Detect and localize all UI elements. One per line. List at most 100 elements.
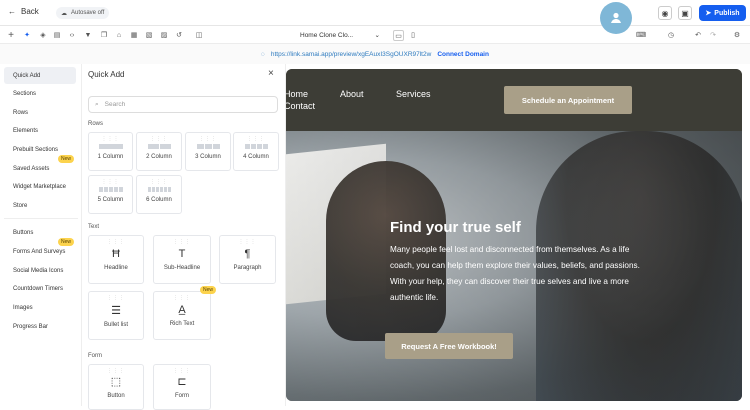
page-selector[interactable]: Home Clone Clo... ⌄ xyxy=(300,29,380,41)
save-icon[interactable]: ▣ xyxy=(678,6,692,20)
publish-button[interactable]: ➤ Publish xyxy=(699,5,746,21)
sidebar-item-label: Progress Bar xyxy=(13,323,49,330)
sidebar-item-label: Rows xyxy=(13,109,29,116)
close-icon[interactable]: × xyxy=(268,68,274,79)
element-form[interactable]: ⋮⋮⋮ ⊏ Form xyxy=(153,364,211,410)
paragraph-icon: ¶ xyxy=(244,248,251,260)
autosave-toggle[interactable]: ☁ Autosave off xyxy=(56,7,110,19)
sidebar-item-store[interactable]: Store xyxy=(4,197,76,214)
drag-handle-icon: ⋮⋮⋮ xyxy=(101,179,120,185)
column-preview-icon xyxy=(196,143,220,149)
element-headline[interactable]: ⋮⋮⋮ Ħ Headline xyxy=(88,235,144,284)
sidebar-item-rows[interactable]: Rows xyxy=(4,104,76,121)
grid-icon[interactable]: ▦ xyxy=(129,30,139,40)
desktop-icon[interactable]: ▭ xyxy=(393,30,404,41)
drag-handle-icon: ⋮⋮⋮ xyxy=(107,295,125,301)
nav-home[interactable]: Home xyxy=(286,89,308,99)
card-label: 4 Column xyxy=(243,153,269,160)
sidebar-item-label: Store xyxy=(13,202,28,209)
divider xyxy=(4,218,78,219)
media-icon[interactable]: ▧ xyxy=(144,30,154,40)
new-badge: New xyxy=(57,238,74,246)
card-label: 5 Column xyxy=(97,196,124,203)
text-section-title: Text xyxy=(88,224,100,230)
preview-url-bar: ◌ https://link.samai.app/preview/xgEAuxI… xyxy=(0,44,750,64)
schedule-appointment-button[interactable]: Schedule an Appointment xyxy=(504,86,632,114)
page-canvas[interactable]: Home About Services Contact Schedule an … xyxy=(286,69,742,401)
pages-icon[interactable]: ▤ xyxy=(52,30,62,40)
card-label: 6 Column xyxy=(146,196,172,203)
text-icon: T xyxy=(178,248,186,260)
lock-icon[interactable]: ⌂ xyxy=(114,30,124,40)
add-icon[interactable]: + xyxy=(6,30,16,41)
sidebar-item-images[interactable]: Images xyxy=(4,299,76,316)
sidebar-item-saved-assets[interactable]: Saved Assets New xyxy=(4,155,76,177)
row-4-column[interactable]: ⋮⋮⋮ 4 Column xyxy=(233,132,279,171)
sidebar-item-countdown-timers[interactable]: Countdown Timers xyxy=(4,280,76,297)
connect-domain-link[interactable]: Connect Domain xyxy=(437,51,489,58)
site-nav: Home About Services Contact Schedule an … xyxy=(286,69,742,131)
sidebar-item-label: Social Media Icons xyxy=(13,267,64,274)
search-input[interactable]: ⌕ Search xyxy=(88,96,278,113)
ai-icon[interactable]: ✦ xyxy=(22,30,32,40)
nav-services[interactable]: Services xyxy=(396,89,431,99)
top-bar: ← Back ☁ Autosave off ◉ ▣ ➤ Publish xyxy=(0,0,750,34)
drag-handle-icon: ⋮⋮⋮ xyxy=(199,136,217,142)
settings-icon[interactable]: ⚙ xyxy=(732,30,742,40)
list-icon: ☰ xyxy=(111,304,121,317)
row-6-column[interactable]: ⋮⋮⋮ 6 Column xyxy=(136,175,182,214)
element-sub-headline[interactable]: ⋮⋮⋮ T Sub-Headline xyxy=(153,235,211,284)
row-3-column[interactable]: ⋮⋮⋮ 3 Column xyxy=(185,132,231,171)
send-icon: ➤ xyxy=(705,10,712,17)
column-preview-icon xyxy=(98,186,123,192)
sidebar-item-label: Images xyxy=(13,304,33,311)
row-2-column[interactable]: ⋮⋮⋮ 2 Column xyxy=(136,132,182,171)
sidebar-item-label: Widget Marketplace xyxy=(13,183,67,190)
code-icon[interactable]: ‹› xyxy=(67,30,77,40)
hero-paragraph: Many people feel lost and disconnected f… xyxy=(390,245,640,302)
panel-toggle-icon[interactable]: ◫ xyxy=(194,30,204,40)
sidebar-item-sections[interactable]: Sections xyxy=(4,85,76,102)
image-icon[interactable]: ▨ xyxy=(159,30,169,40)
element-bullet-list[interactable]: ⋮⋮⋮ ☰ Bullet list xyxy=(88,291,144,340)
column-preview-icon xyxy=(147,186,171,192)
element-paragraph[interactable]: ⋮⋮⋮ ¶ Paragraph xyxy=(219,235,276,284)
sidebar-item-widget-marketplace[interactable]: Widget Marketplace xyxy=(4,178,76,195)
redo-icon[interactable]: ↷ xyxy=(708,30,718,40)
clock-icon[interactable]: ◷ xyxy=(666,30,676,40)
back-button[interactable]: ← Back xyxy=(8,7,39,16)
copy-icon[interactable]: ❐ xyxy=(99,30,109,40)
sidebar-item-label: Countdown Timers xyxy=(13,285,64,292)
sidebar-item-social-media-icons[interactable]: Social Media Icons xyxy=(4,262,76,279)
avatar[interactable] xyxy=(600,2,632,34)
keyboard-icon[interactable]: ⌨ xyxy=(636,30,646,40)
element-rich-text[interactable]: ⋮⋮⋮ A̲ Rich Text New xyxy=(153,286,216,340)
row-1-column[interactable]: ⋮⋮⋮ 1 Column xyxy=(88,132,133,171)
rich-text-icon: A̲ xyxy=(178,304,186,316)
request-workbook-button[interactable]: Request A Free Workbook! xyxy=(385,333,513,359)
nav-contact[interactable]: Contact xyxy=(286,101,315,111)
layers-icon[interactable]: ◈ xyxy=(38,30,48,40)
drag-handle-icon: ⋮⋮⋮ xyxy=(247,136,265,142)
sidebar-item-elements[interactable]: Elements xyxy=(4,122,76,139)
preview-url[interactable]: https://link.samai.app/preview/xgEAuxI3S… xyxy=(271,51,431,58)
undo-icon[interactable]: ↶ xyxy=(693,30,703,40)
element-button[interactable]: ⋮⋮⋮ ⬚ Button xyxy=(88,364,144,410)
quick-add-panel: Quick Add × ⌕ Search Rows ⋮⋮⋮ 1 Column ⋮… xyxy=(82,64,286,410)
drag-handle-icon: ⋮⋮⋮ xyxy=(173,368,191,374)
history-icon[interactable]: ↺ xyxy=(174,30,184,40)
nav-about[interactable]: About xyxy=(340,89,364,99)
drag-handle-icon: ⋮⋮⋮ xyxy=(238,239,257,245)
row-5-column[interactable]: ⋮⋮⋮ 5 Column xyxy=(88,175,133,214)
heading-icon: Ħ xyxy=(112,248,120,260)
styles-icon[interactable]: ▼ xyxy=(83,30,93,40)
editor-toolbar: + ✦ ◈ ▤ ‹› ▼ ❐ ⌂ ▦ ▧ ▨ ↺ ◫ Home Clone Cl… xyxy=(0,26,750,44)
mobile-icon[interactable]: ▯ xyxy=(408,30,418,40)
sidebar-item-forms-and-surveys[interactable]: Forms And Surveys New xyxy=(4,238,76,260)
preview-eye-icon[interactable]: ◉ xyxy=(658,6,672,20)
cloud-off-icon: ☁ xyxy=(61,10,67,17)
rows-section-title: Rows xyxy=(88,121,104,127)
drag-handle-icon: ⋮⋮⋮ xyxy=(107,239,125,245)
sidebar-item-quick-add[interactable]: Quick Add xyxy=(4,67,76,84)
sidebar-item-progress-bar[interactable]: Progress Bar xyxy=(4,318,76,335)
